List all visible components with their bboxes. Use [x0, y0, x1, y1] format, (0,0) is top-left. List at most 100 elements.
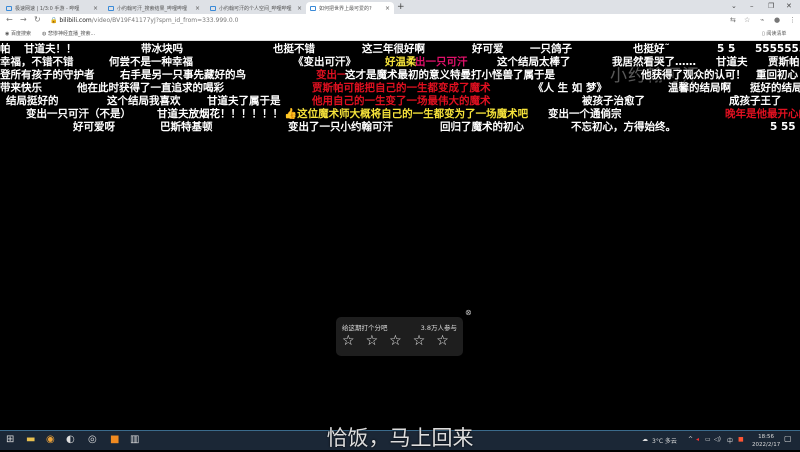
danmaku-comment: 晚年是他最开心的 — [725, 108, 800, 120]
subtitle: 恰饭，马上回来 — [326, 426, 474, 450]
danmaku-comment: 👍这位魔术师大概将自己的一生都变为了一场魔术吧 — [284, 108, 529, 120]
danmaku-comment: 变出一个通倘宗 — [548, 108, 622, 120]
bilibili-favicon — [210, 5, 216, 11]
danmaku-comment: 甘道夫放烟花！！！！！！ — [157, 108, 283, 120]
bilibili-favicon — [108, 5, 114, 11]
danmaku-comment: 贾斯帕 — [768, 56, 800, 68]
danmaku-comment: 我居然看哭了…… — [612, 56, 696, 68]
danmaku-comment: 《变出可汗》 — [293, 56, 356, 68]
danmaku-comment: 右手是另一只事先藏好的鸟 — [120, 69, 246, 81]
close-tab-icon[interactable]: × — [385, 5, 390, 12]
bookmark-baidu[interactable]: ◉ 百度搜索 — [5, 30, 31, 37]
danmaku-comment: 回归了魔术的初心 — [440, 121, 524, 133]
bilibili-favicon — [310, 5, 316, 11]
close-tab-icon[interactable]: × — [93, 5, 98, 12]
danmaku-comment: 帕 — [0, 43, 11, 55]
danmaku-comment: 甘道夫了属于是 — [207, 95, 281, 107]
rating-close-icon[interactable]: ⊗ — [465, 308, 472, 317]
danmaku-comment: 变出了一只小约翰可汗 — [288, 121, 393, 133]
danmaku-comment: 这才是魔术最初的意义特曼打小怪兽了属于是 — [345, 69, 555, 81]
translate-icon[interactable]: ⇆ — [730, 16, 736, 24]
back-icon[interactable]: ← — [6, 15, 13, 24]
danmaku-comment: 5 55 — [770, 121, 796, 133]
danmaku-comment: 5 5 — [717, 43, 736, 55]
danmaku-comment: 5555555 — [755, 43, 800, 55]
star-4-icon[interactable]: ☆ — [413, 333, 426, 349]
danmaku-comment: 好温柔 — [385, 56, 417, 68]
bookmark-label: 悲惨神经直播_搜索... — [47, 31, 96, 37]
danmaku-comment: 带冰块吗 — [141, 43, 183, 55]
danmaku-comment: 甘道夫 — [716, 56, 748, 68]
tab-1[interactable]: 极速网速 | 1/3:0 手游 - 哔哩 × — [2, 2, 102, 14]
danmaku-comment: 这三年很好啊 — [362, 43, 425, 55]
close-window-button[interactable]: ✕ — [786, 2, 792, 10]
close-tab-icon[interactable]: × — [195, 5, 200, 12]
danmaku-comment: 成孩子王了 — [729, 95, 782, 107]
star-3-icon[interactable]: ☆ — [389, 333, 402, 349]
video-player[interactable]: 小约翰可汗 帕甘道夫！！ 带冰块吗 也挺不错 这三年很好啊 好可爱 一只鸽子 也挺好˜ 5 5… — [0, 41, 800, 430]
danmaku-comment: 何尝不是一种幸福 — [109, 56, 193, 68]
rating-participants: 3.8万人参与 — [420, 324, 457, 332]
rating-prompt: 给这期打个分吧 — [342, 324, 388, 332]
danmaku-comment: 这个结局太棒了 — [497, 56, 571, 68]
tab-2[interactable]: 小约翰可汗_搜索结果_哔哩哔哩 × — [104, 2, 204, 14]
danmaku-comment: 变出一只可汗（不是） — [26, 108, 131, 120]
danmaku-comment: 登所有孩子的守护者 — [0, 69, 95, 81]
bookmarks-bar: ◉ 百度搜索 ◍ 悲惨神经直播_搜索... ▯ 阅读清单 — [0, 28, 800, 41]
danmaku-comment: 出一只可汗 — [415, 56, 468, 68]
close-tab-icon[interactable]: × — [297, 5, 302, 12]
danmaku-comment: 《人 生 如 梦》 — [533, 82, 607, 94]
bilibili-favicon — [6, 5, 12, 11]
lock-icon: 🔒 — [50, 17, 58, 24]
danmaku-comment: 挺好的结局 — [750, 82, 800, 94]
tab-title: 小约翰可汗_搜索结果_哔哩哔哩 — [117, 5, 188, 12]
danmaku-comment: 巴斯特基顿 — [160, 121, 213, 133]
minimize-button[interactable]: – — [750, 2, 754, 10]
danmaku-comment: 变出一 — [316, 69, 348, 81]
url-input[interactable]: 🔒 bilibili.com/video/BV19F41177yJ?spm_id… — [50, 17, 238, 24]
star-2-icon[interactable]: ☆ — [366, 333, 379, 349]
danmaku-comment: 贾斯帕可能把自己的一生都变成了魔术 — [312, 82, 491, 94]
danmaku-comment: 好可爱呀 — [73, 121, 115, 133]
tab-title: 极速网速 | 1/3:0 手游 - 哔哩 — [15, 5, 80, 12]
bookmark-star-icon[interactable]: ☆ — [744, 16, 750, 24]
rating-popup: 给这期打个分吧 3.8万人参与 ☆ ☆ ☆ ☆ ☆ — [336, 317, 463, 356]
reload-icon[interactable]: ↻ — [34, 15, 41, 24]
star-1-icon[interactable]: ☆ — [342, 333, 355, 349]
danmaku-comment: 也挺好˜ — [633, 43, 670, 55]
danmaku-comment: 不忘初心，方得始终。 — [571, 121, 676, 133]
danmaku-comment: 幸福，不错不错 — [0, 56, 74, 68]
reading-list-label: 阅读清单 — [766, 31, 787, 37]
url-path: /video/BV19F41177yJ?spm_id_from=333.999.… — [91, 17, 239, 24]
danmaku-comment: 他用自己的一生变了一场最伟大的魔术 — [312, 95, 491, 107]
menu-icon[interactable]: ⋮ — [789, 16, 796, 24]
danmaku-comment: 他获得了观众的认可！ — [641, 69, 746, 81]
danmaku-comment: 带来快乐 — [0, 82, 42, 94]
extension-icon[interactable]: ⌁ — [760, 16, 764, 24]
danmaku-comment: 也挺不错 — [273, 43, 315, 55]
new-tab-button[interactable]: + — [397, 2, 405, 12]
danmaku-comment: 重回初心 — [756, 69, 798, 81]
star-5-icon[interactable]: ☆ — [436, 333, 449, 349]
forward-icon[interactable]: → — [20, 15, 27, 24]
tab-strip: 极速网速 | 1/3:0 手游 - 哔哩 × 小约翰可汗_搜索结果_哔哩哔哩 × 小… — [0, 0, 800, 14]
address-bar-row: ← → ↻ 🔒 bilibili.com/video/BV19F41177yJ?… — [0, 14, 800, 28]
danmaku-comment: 一只鸽子 — [530, 43, 572, 55]
bookmark-search[interactable]: ◍ 悲惨神经直播_搜索... — [42, 30, 95, 37]
danmaku-comment: 好可爱 — [472, 43, 504, 55]
restore-button[interactable]: ❐ — [768, 2, 774, 10]
rating-stars: ☆ ☆ ☆ ☆ ☆ — [342, 333, 449, 349]
tab-title: 小约翰可汗的个人空间_哔哩哔哩 — [219, 5, 292, 12]
tab-3[interactable]: 小约翰可汗的个人空间_哔哩哔哩 × — [206, 2, 306, 14]
tab-search-icon[interactable]: ⌄ — [731, 2, 737, 10]
reading-list[interactable]: ▯ 阅读清单 — [762, 30, 786, 37]
url-host: bilibili.com — [59, 17, 92, 24]
danmaku-comment: 被孩子治愈了 — [582, 95, 645, 107]
profile-icon[interactable]: ● — [774, 16, 780, 24]
tab-title: 如何把世界上最可爱的? — [319, 5, 372, 12]
danmaku-comment: 温馨的结局啊 — [668, 82, 731, 94]
tab-4-active[interactable]: 如何把世界上最可爱的? × — [306, 2, 394, 14]
danmaku-comment: 他在此时获得了一直追求的喝彩 — [77, 82, 224, 94]
danmaku-comment: 甘道夫！！ — [24, 43, 77, 55]
danmaku-comment: 这个结局我喜欢 — [107, 95, 181, 107]
